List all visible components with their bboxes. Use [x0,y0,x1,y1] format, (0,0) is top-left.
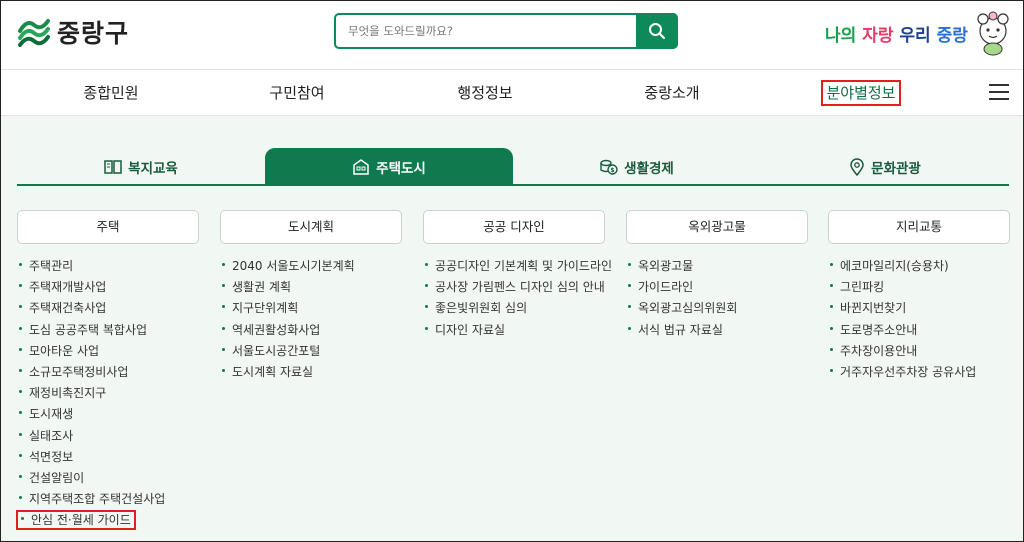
logo-text: 중랑구 [57,19,130,48]
link-list: 2040 서울도시기본계획 생활권 계획 지구단위계획 역세권활성화사업 서울도… [220,256,402,383]
column-header[interactable]: 공공 디자인 [423,210,605,244]
slogan: 나의 자랑 우리 중랑 [825,21,968,46]
column-header[interactable]: 주택 [17,210,199,244]
tab-label: 문화관광 [871,161,921,177]
list-item[interactable]: 옥외광고물 [626,256,808,277]
list-item[interactable]: 좋은빛위원회 심의 [423,298,605,319]
nav-item-participation[interactable]: 구민참여 [227,70,367,116]
link-list: 공공디자인 기본계획 및 가이드라인 공사장 가림펜스 디자인 심의 안내 좋은… [423,256,612,341]
list-item[interactable]: 도시계획 자료실 [220,362,402,383]
list-item[interactable]: 재정비촉진지구 [17,383,199,404]
column-geo-traffic: 지리교통 에코마일리지(승용차) 그린파킹 바뀐지번찾기 도로명주소안내 주차장… [828,210,1010,383]
svg-text:$: $ [611,167,615,174]
column-header[interactable]: 옥외광고물 [626,210,808,244]
list-item[interactable]: 공사장 가림펜스 디자인 심의 안내 [423,277,605,298]
book-icon [104,160,122,174]
nav-item-admin-info[interactable]: 행정정보 [415,70,555,116]
list-item[interactable]: 가이드라인 [626,277,808,298]
list-item[interactable]: 2040 서울도시기본계획 [220,256,402,277]
slogan-part4: 중랑 [936,26,968,46]
page-frame: 중랑구 나의 자랑 우리 중랑 [0,0,1024,542]
link-list: 에코마일리지(승용차) 그린파킹 바뀐지번찾기 도로명주소안내 주차장이용안내 … [828,256,1010,383]
list-item[interactable]: 생활권 계획 [220,277,402,298]
nav-item-label: 종합민원 [83,84,139,102]
nav-item-about[interactable]: 중랑소개 [602,70,742,116]
main-nav: 종합민원 구민참여 행정정보 중랑소개 분야별정보 [1,69,1023,116]
tab-life-economy[interactable]: $ 생활경제 [513,148,761,186]
nav-item-label: 구민참여 [269,84,325,102]
slogan-part1: 나의 [825,26,857,46]
list-item[interactable]: 모아타운 사업 [17,341,199,362]
mega-menu-panel: 복지교육 주택도시 $ 생활경제 문화관광 주택 주택관리 주택재개발사업 주택… [1,116,1023,541]
tab-welfare-education[interactable]: 복지교육 [17,148,265,186]
list-item[interactable]: 주차장이용안내 [828,341,1010,362]
column-outdoor-ads: 옥외광고물 옥외광고물 가이드라인 옥외광고심의위원회 서식 법규 자료실 [626,210,808,341]
search-box [334,13,678,49]
search-button[interactable] [636,13,678,49]
column-housing: 주택 주택관리 주택재개발사업 주택재건축사업 도심 공공주택 복합사업 모아타… [14,210,199,531]
nav-item-label: 행정정보 [457,84,513,102]
coins-icon: $ [600,159,618,175]
tab-housing-urban[interactable]: 주택도시 [265,148,513,186]
tab-label: 주택도시 [376,161,426,177]
building-icon [353,159,369,175]
list-item[interactable]: 도시재생 [17,404,199,425]
tab-label: 생활경제 [624,161,674,177]
mascot-icon [977,11,1009,56]
tab-culture-tourism[interactable]: 문화관광 [761,148,1009,186]
jungnang-logo-icon [18,19,50,47]
nav-item-label: 중랑소개 [644,84,700,102]
list-item[interactable]: 석면정보 [17,447,199,468]
list-item[interactable]: 거주자우선주차장 공유사업 [828,362,1010,383]
list-item[interactable]: 지구단위계획 [220,298,402,319]
list-item[interactable]: 바뀐지번찾기 [828,298,1010,319]
list-item[interactable]: 지역주택조합 주택건설사업 [17,489,199,510]
slogan-part2: 자랑 [862,26,894,46]
list-item[interactable]: 주택재건축사업 [17,298,199,319]
list-item[interactable]: 공공디자인 기본계획 및 가이드라인 [423,256,612,277]
list-item-safe-rent-guide[interactable]: 안심 전·월세 가이드 [14,510,199,531]
list-item[interactable]: 서식 법규 자료실 [626,320,808,341]
site-logo[interactable]: 중랑구 [17,14,129,50]
list-item[interactable]: 그린파킹 [828,277,1010,298]
list-item[interactable]: 소규모주택정비사업 [17,362,199,383]
nav-item-label: 분야별정보 [821,80,901,106]
list-item[interactable]: 옥외광고심의위원회 [626,298,808,319]
list-item[interactable]: 디자인 자료실 [423,320,605,341]
list-item[interactable]: 주택재개발사업 [17,277,199,298]
list-item[interactable]: 건설알림이 [17,468,199,489]
list-item[interactable]: 역세권활성화사업 [220,320,402,341]
nav-item-field-info[interactable]: 분야별정보 [791,70,931,116]
map-pin-icon [850,158,864,176]
list-item[interactable]: 도로명주소안내 [828,320,1010,341]
column-public-design: 공공 디자인 공공디자인 기본계획 및 가이드라인 공사장 가림펜스 디자인 심… [423,210,612,341]
hamburger-menu-icon[interactable] [989,84,1009,102]
tab-label: 복지교육 [128,161,178,177]
column-header[interactable]: 도시계획 [220,210,402,244]
search-icon [649,23,665,39]
slogan-part3: 우리 [899,26,931,46]
link-list: 주택관리 주택재개발사업 주택재건축사업 도심 공공주택 복합사업 모아타운 사… [14,256,199,531]
site-header: 중랑구 나의 자랑 우리 중랑 [1,1,1023,69]
list-item[interactable]: 도심 공공주택 복합사업 [17,320,199,341]
list-item[interactable]: 에코마일리지(승용차) [828,256,1010,277]
column-urban-planning: 도시계획 2040 서울도시기본계획 생활권 계획 지구단위계획 역세권활성화사… [220,210,402,383]
category-tabs: 복지교육 주택도시 $ 생활경제 문화관광 [17,148,1009,186]
column-header[interactable]: 지리교통 [828,210,1010,244]
search-input[interactable] [336,15,636,47]
list-item[interactable]: 서울도시공간포털 [220,341,402,362]
list-item[interactable]: 주택관리 [17,256,199,277]
link-list: 옥외광고물 가이드라인 옥외광고심의위원회 서식 법규 자료실 [626,256,808,341]
nav-item-civil-service[interactable]: 종합민원 [41,70,181,116]
list-item[interactable]: 실태조사 [17,426,199,447]
